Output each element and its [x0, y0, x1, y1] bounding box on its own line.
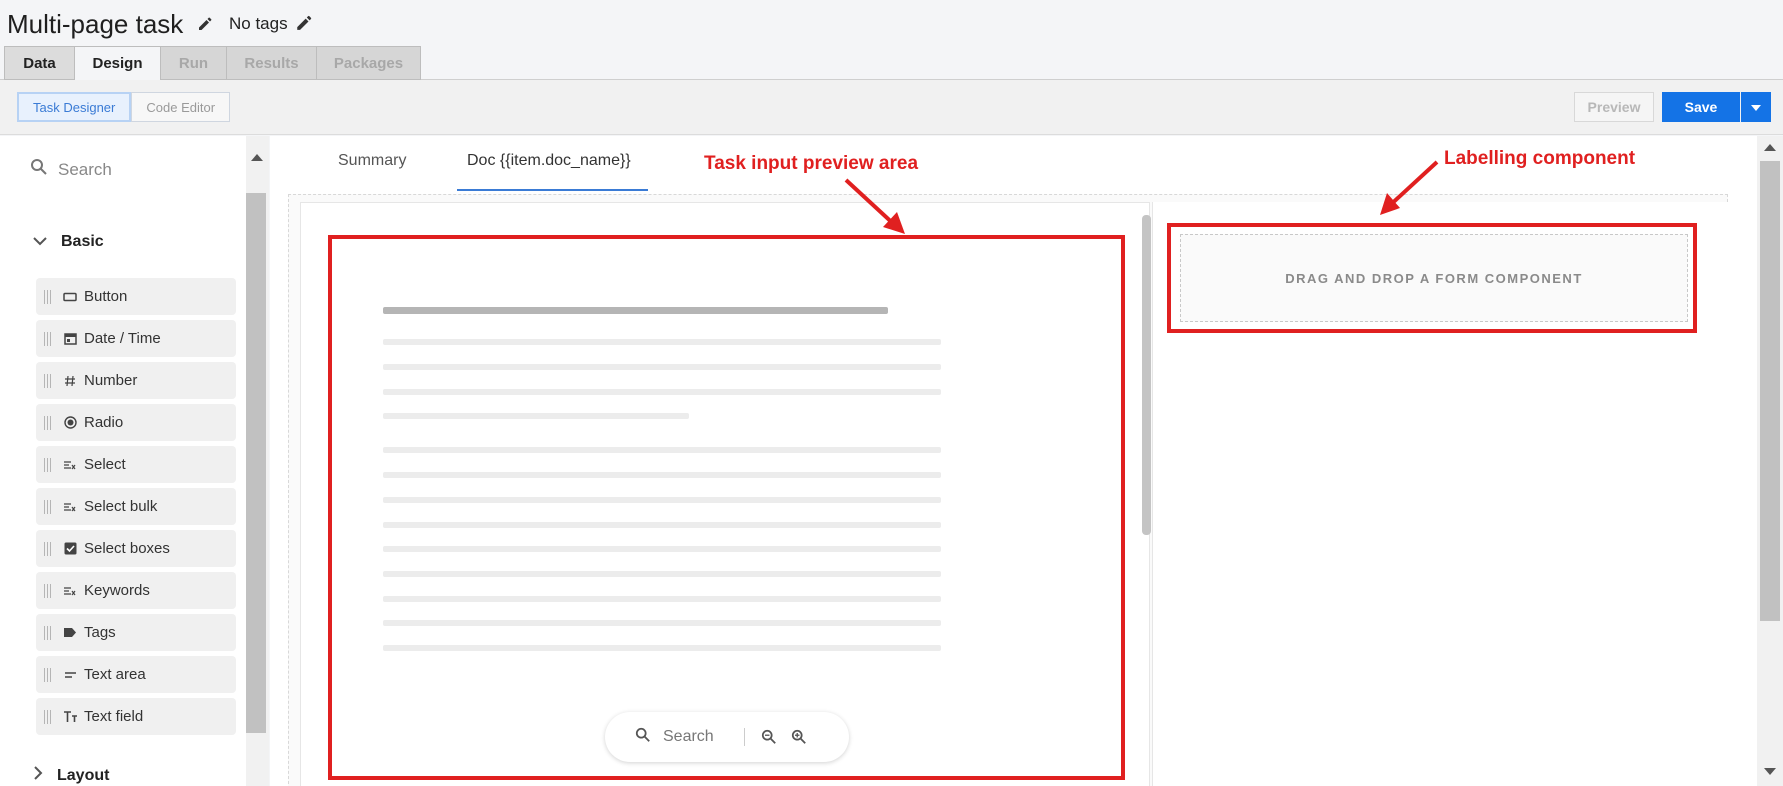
scroll-down-icon[interactable]	[1764, 768, 1776, 775]
annotation-arrows	[844, 160, 1439, 234]
page-scrollbar[interactable]	[1757, 136, 1783, 786]
page-scroll-thumb[interactable]	[1760, 161, 1780, 621]
scroll-up-icon[interactable]	[1764, 144, 1776, 151]
